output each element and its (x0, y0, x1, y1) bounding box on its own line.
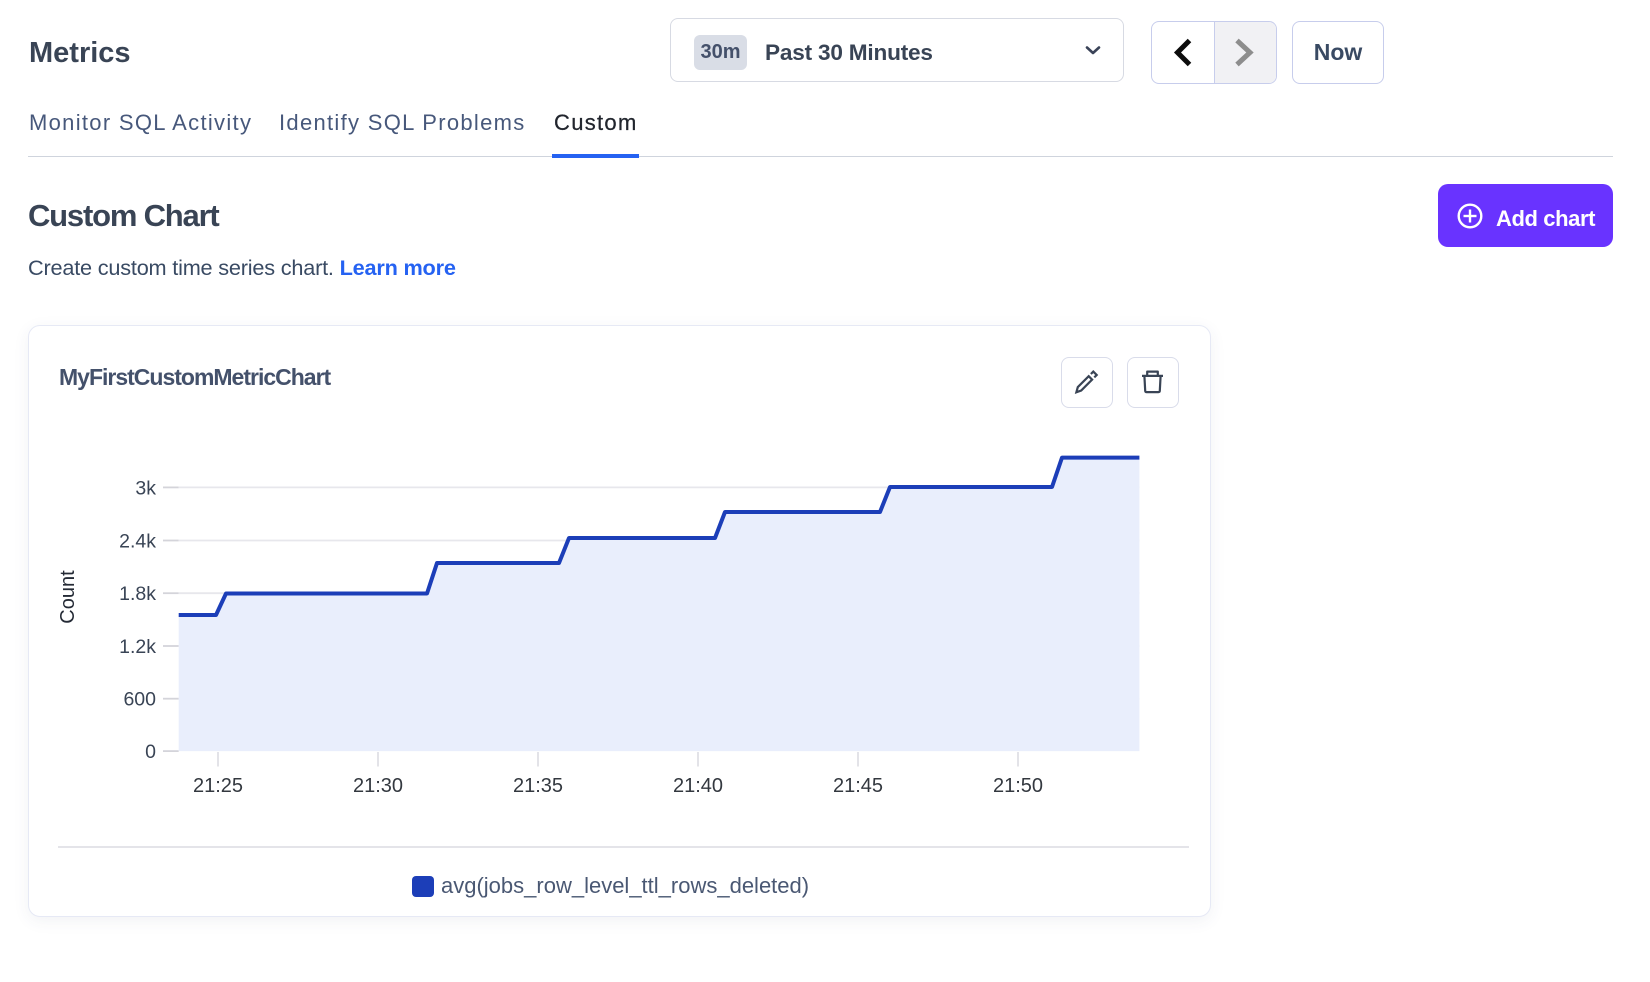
svg-text:Count: Count (57, 570, 79, 624)
svg-text:21:40: 21:40 (673, 775, 723, 797)
svg-text:0: 0 (145, 741, 156, 763)
svg-text:21:30: 21:30 (353, 775, 403, 797)
svg-text:21:50: 21:50 (993, 775, 1043, 797)
svg-text:2.4k: 2.4k (119, 531, 156, 553)
svg-text:21:45: 21:45 (833, 775, 883, 797)
svg-text:3k: 3k (135, 477, 156, 499)
svg-text:21:35: 21:35 (513, 775, 563, 797)
svg-text:600: 600 (123, 689, 156, 711)
svg-text:1.8k: 1.8k (119, 583, 156, 605)
svg-text:1.2k: 1.2k (119, 636, 156, 658)
svg-text:21:25: 21:25 (193, 775, 243, 797)
